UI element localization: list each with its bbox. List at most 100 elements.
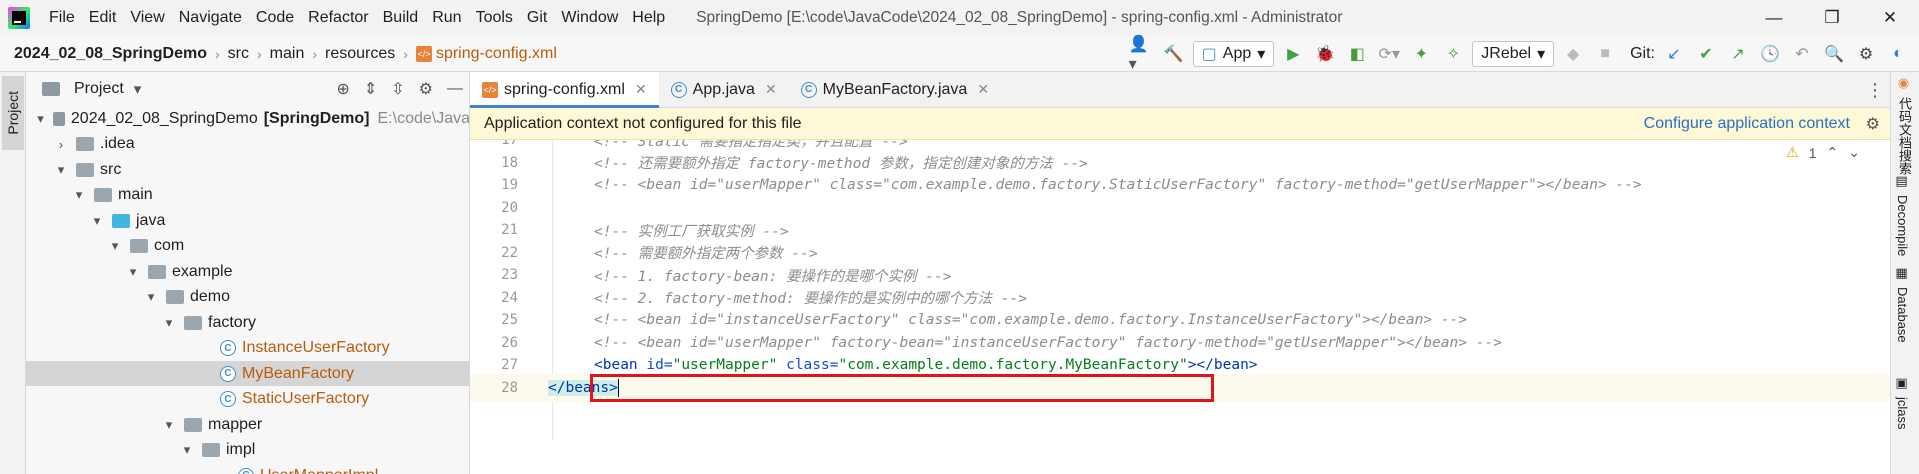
tree-item[interactable]: ▾ impl	[26, 438, 469, 463]
project-panel: Project ▾ ⊕ ⇕ ⇳ ⚙ — ▾ 2024_02_08_SpringDe…	[26, 72, 470, 474]
breadcrumb-project[interactable]: 2024_02_08_SpringDemo	[14, 45, 207, 63]
close-tab-icon[interactable]: ✕	[977, 81, 989, 98]
menu-code[interactable]: Code	[249, 9, 301, 27]
window-controls: — ❐ ✕	[1745, 0, 1919, 36]
git-update-icon[interactable]: ↙	[1661, 41, 1687, 67]
breadcrumb-resources[interactable]: resources	[325, 45, 395, 63]
menu-run[interactable]: Run	[425, 9, 468, 27]
menu-build[interactable]: Build	[376, 9, 426, 27]
jclass-tab[interactable]: ▣ jclass	[1895, 376, 1910, 430]
locate-icon[interactable]: ⊕	[336, 79, 349, 99]
chevron-down-icon[interactable]: ⌄	[1848, 144, 1860, 161]
jrebel-select[interactable]: JRebel ▾	[1472, 41, 1555, 67]
run-icon[interactable]: ▶	[1280, 41, 1306, 67]
more-tabs-icon[interactable]: ⋮	[1860, 72, 1890, 108]
tree-item[interactable]: ▾ main	[26, 183, 469, 208]
search-icon[interactable]: 🔍	[1821, 41, 1847, 67]
hide-panel-icon[interactable]: —	[447, 80, 463, 98]
restore-button[interactable]: ❐	[1803, 0, 1861, 36]
project-panel-title[interactable]: Project	[74, 80, 124, 98]
expand-all-icon[interactable]: ⇕	[364, 79, 377, 99]
project-tool-tab[interactable]: Project	[2, 76, 24, 150]
tree-item[interactable]: ▾ 2024_02_08_SpringDemo [SpringDemo] E:\cod…	[26, 106, 469, 131]
menu-git[interactable]: Git	[520, 9, 554, 27]
menu-tools[interactable]: Tools	[469, 9, 520, 27]
tree-item[interactable]: C UserMapperImpl	[26, 463, 469, 474]
history-icon[interactable]: 🕓	[1757, 41, 1783, 67]
decompile-tab[interactable]: ▤ Decompile	[1895, 174, 1910, 256]
breadcrumb-main[interactable]: main	[270, 45, 305, 63]
menu-refactor[interactable]: Refactor	[301, 9, 375, 27]
breadcrumb-src[interactable]: src	[228, 45, 249, 63]
collapse-all-icon[interactable]: ⇳	[391, 79, 404, 99]
tree-item[interactable]: C StaticUserFactory	[26, 387, 469, 412]
close-button[interactable]: ✕	[1861, 0, 1919, 36]
stop-icon[interactable]: ■	[1592, 41, 1618, 67]
chevron-down-icon[interactable]: ▾	[108, 238, 122, 254]
rollback-icon[interactable]: ↶	[1789, 41, 1815, 67]
tree-item[interactable]: ▾ src	[26, 157, 469, 182]
jrebel-update-icon[interactable]: ◆	[1560, 41, 1586, 67]
tab-spring-config-xml[interactable]: </> spring-config.xml ✕	[470, 72, 659, 108]
settings-gear-icon[interactable]: ⚙	[1866, 114, 1880, 134]
chevron-down-icon[interactable]: ▾	[162, 315, 176, 331]
tree-item[interactable]: ▾ mapper	[26, 412, 469, 437]
tree-item[interactable]: C MyBeanFactory	[26, 361, 469, 386]
menu-help[interactable]: Help	[625, 9, 672, 27]
tree-item[interactable]: › .idea	[26, 132, 469, 157]
code-doc-search-tab[interactable]: ◉ 代码文档搜索	[1895, 76, 1914, 175]
minimize-button[interactable]: —	[1745, 0, 1803, 36]
chevron-down-icon[interactable]: ▾	[36, 111, 45, 127]
close-tab-icon[interactable]: ✕	[765, 81, 777, 98]
menu-file[interactable]: File	[42, 9, 82, 27]
chevron-down-icon[interactable]: ▾	[134, 80, 142, 98]
jrebel-run-icon[interactable]: ✦	[1408, 41, 1434, 67]
database-tab[interactable]: ▦ Database	[1895, 266, 1910, 343]
debug-icon[interactable]: 🐞	[1312, 41, 1338, 67]
jrebel-debug-icon[interactable]: ✧	[1440, 41, 1466, 67]
menu-navigate[interactable]: Navigate	[172, 9, 249, 27]
settings-gear-icon[interactable]: ⚙	[419, 79, 433, 99]
git-commit-icon[interactable]: ✔	[1693, 41, 1719, 67]
menu-view[interactable]: View	[123, 9, 171, 27]
tree-item[interactable]: ▾ example	[26, 259, 469, 284]
tree-item[interactable]: ▾ com	[26, 234, 469, 259]
chevron-down-icon[interactable]: ▾	[144, 289, 158, 305]
configure-context-link[interactable]: Configure application context	[1644, 115, 1850, 133]
chevron-down-icon[interactable]: ▾	[126, 264, 140, 280]
code-area[interactable]: 17 <!-- Static 需要指定指定类，并且配置 --> 18 <!-- 还需要…	[470, 140, 1890, 474]
profile-icon[interactable]: ⟳▾	[1376, 41, 1402, 67]
editor-tabs: </> spring-config.xml ✕ C App.java ✕ C M…	[470, 72, 1890, 108]
run-config-select[interactable]: ▢ App ▾	[1192, 41, 1275, 67]
tree-item[interactable]: C InstanceUserFactory	[26, 336, 469, 361]
tab-app-java[interactable]: C App.java ✕	[659, 72, 789, 107]
main-menu: File Edit View Navigate Code Refactor Bu…	[42, 9, 672, 27]
chevron-down-icon[interactable]: ▾	[90, 213, 104, 229]
intellij-logo-icon[interactable]	[8, 7, 30, 29]
chevron-right-icon[interactable]: ›	[54, 137, 68, 152]
menu-edit[interactable]: Edit	[82, 9, 124, 27]
tree-item[interactable]: ▾ demo	[26, 285, 469, 310]
module-icon	[53, 111, 65, 126]
breadcrumb-file[interactable]: </> spring-config.xml	[415, 45, 557, 63]
close-tab-icon[interactable]: ✕	[635, 81, 647, 98]
tree-item[interactable]: ▾ java	[26, 208, 469, 233]
chevron-down-icon[interactable]: ▾	[180, 442, 194, 458]
git-label: Git:	[1630, 45, 1655, 62]
menu-window[interactable]: Window	[554, 9, 625, 27]
tree-item[interactable]: ▾ factory	[26, 310, 469, 335]
chevron-up-icon[interactable]: ⌃	[1827, 144, 1839, 161]
project-panel-tools: ⊕ ⇕ ⇳ ⚙ —	[336, 72, 463, 106]
chevron-down-icon[interactable]: ▾	[54, 162, 68, 178]
tree-item-label: InstanceUserFactory	[242, 339, 390, 356]
user-icon[interactable]: 👤▾	[1129, 36, 1155, 73]
inspection-widget[interactable]: ⚠ 1 ⌃ ⌄	[1786, 144, 1860, 161]
build-hammer-icon[interactable]: 🔨	[1161, 41, 1187, 67]
coverage-icon[interactable]: ◧	[1344, 41, 1370, 67]
chevron-down-icon[interactable]: ▾	[162, 417, 176, 433]
chevron-down-icon[interactable]: ▾	[72, 187, 86, 203]
git-push-icon[interactable]: ↗	[1725, 41, 1751, 67]
plugin-icon[interactable]: ◐	[1885, 41, 1911, 67]
settings-gear-icon[interactable]: ⚙	[1853, 41, 1879, 67]
tab-mybeanfactory-java[interactable]: C MyBeanFactory.java ✕	[789, 72, 1001, 107]
